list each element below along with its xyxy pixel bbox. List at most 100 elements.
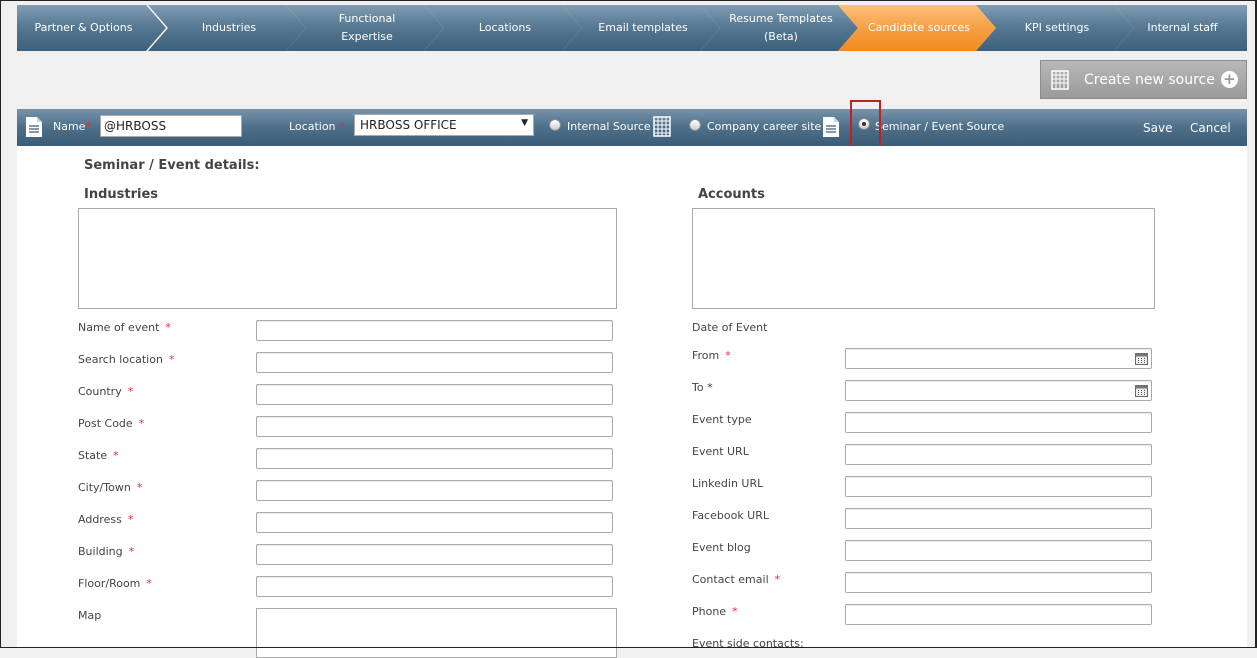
label-text: To (692, 381, 704, 394)
name-input[interactable] (100, 115, 242, 137)
label-text: Contact email (692, 573, 769, 586)
label-text: From (692, 349, 720, 362)
name-label-text: Name (53, 120, 86, 133)
tab-label-line1: Resume Templates (729, 12, 833, 25)
to-label: To * (692, 381, 713, 394)
event-blog-input[interactable] (845, 540, 1152, 561)
create-new-source-label: Create new source (1084, 71, 1215, 88)
tab-kpi-settings[interactable]: KPI settings (976, 5, 1134, 51)
internal-source-label: Internal Source (567, 120, 651, 133)
tab-label: Functional Expertise (339, 10, 396, 46)
label-text: Search location (78, 353, 163, 366)
city-town-input[interactable] (256, 480, 613, 501)
required-mark: * (138, 417, 145, 430)
accounts-title: Accounts (698, 187, 765, 202)
radio-seminar-event-source[interactable] (858, 118, 870, 130)
tab-label: Email templates (598, 21, 688, 34)
label-text: Floor/Room (78, 577, 141, 590)
country-input[interactable] (256, 384, 613, 405)
tab-candidate-sources[interactable]: Candidate sources (838, 5, 996, 51)
calendar-icon[interactable] (1135, 384, 1148, 397)
required-mark: * (136, 481, 143, 494)
create-new-source-button[interactable]: Create new source + (1040, 60, 1247, 99)
label-text: Building (78, 545, 123, 558)
floor-room-input[interactable] (256, 576, 613, 597)
country-label: Country * (78, 385, 133, 398)
building-input[interactable] (256, 544, 613, 565)
wizard-nav: Partner & Options Industries Functional … (17, 5, 1247, 51)
required-mark: * (707, 381, 713, 394)
from-date-input[interactable] (845, 348, 1152, 369)
tab-resume-templates[interactable]: Resume Templates (Beta) (700, 5, 858, 51)
details-title: Seminar / Event details: (84, 158, 260, 173)
tab-label: Resume Templates (Beta) (729, 10, 833, 46)
search-location-input[interactable] (256, 352, 613, 373)
tab-functional-expertise[interactable]: Functional Expertise (286, 5, 444, 51)
from-label: From * (692, 349, 731, 362)
to-date-input[interactable] (845, 380, 1152, 401)
building-label: Building * (78, 545, 134, 558)
tab-locations[interactable]: Locations (424, 5, 582, 51)
map-box[interactable] (256, 608, 617, 658)
city-town-label: City/Town * (78, 481, 142, 494)
seminar-event-source-label: Seminar / Event Source (875, 120, 1005, 133)
tab-industries[interactable]: Industries (148, 5, 306, 51)
tab-label: Candidate sources (868, 21, 970, 34)
radio-internal-source[interactable] (549, 119, 561, 131)
linkedin-url-label: Linkedin URL (692, 477, 764, 490)
contact-email-label: Contact email * (692, 573, 780, 586)
phone-input[interactable] (845, 604, 1152, 625)
phone-label: Phone * (692, 605, 738, 618)
document-icon (26, 117, 42, 137)
event-type-input[interactable] (845, 412, 1152, 433)
tab-label: Locations (478, 21, 532, 34)
name-label: Name* (53, 120, 91, 133)
calendar-icon[interactable] (1135, 352, 1148, 365)
required-mark: * (85, 120, 91, 133)
post-code-input[interactable] (256, 416, 613, 437)
state-input[interactable] (256, 448, 613, 469)
location-label-text: Location (289, 120, 336, 133)
save-button[interactable]: Save (1143, 121, 1172, 135)
label-text: Address (78, 513, 122, 526)
tab-label-line1: Functional (338, 12, 396, 25)
required-mark: * (127, 385, 134, 398)
radio-company-career-site[interactable] (689, 119, 701, 131)
linkedin-url-input[interactable] (845, 476, 1152, 497)
contact-email-input[interactable] (845, 572, 1152, 593)
industries-title: Industries (84, 187, 159, 202)
tab-label: Internal staff (1147, 21, 1218, 34)
event-details-form: Seminar / Event details: Industries Acco… (17, 146, 1247, 658)
name-of-event-input[interactable] (256, 320, 613, 341)
company-career-site-label: Company career site (707, 120, 822, 133)
tab-partner-options[interactable]: Partner & Options (17, 5, 166, 51)
source-form-bar: Name* Location * HRBOSS OFFICE ▼ Interna… (17, 100, 1247, 148)
required-mark: * (165, 321, 171, 334)
accounts-box[interactable] (692, 208, 1155, 309)
event-url-label: Event URL (692, 445, 749, 458)
location-select[interactable]: HRBOSS OFFICE ▼ (354, 114, 534, 136)
post-code-label: Post Code * (78, 417, 144, 430)
location-value: HRBOSS OFFICE (360, 118, 457, 132)
event-url-input[interactable] (845, 444, 1152, 465)
name-of-event-label: Name of event * (78, 321, 171, 334)
required-mark: * (339, 120, 345, 133)
tab-label: Partner & Options (34, 21, 133, 34)
required-mark: * (127, 513, 134, 526)
cancel-button[interactable]: Cancel (1190, 121, 1231, 135)
label-text: Country (78, 385, 122, 398)
address-label: Address * (78, 513, 133, 526)
map-label: Map (78, 609, 102, 622)
tab-label-line2: (Beta) (764, 30, 798, 43)
required-mark: * (732, 605, 738, 618)
tab-label: Industries (201, 21, 257, 34)
address-input[interactable] (256, 512, 613, 533)
dropdown-arrow-icon: ▼ (521, 118, 528, 128)
tab-email-templates[interactable]: Email templates (562, 5, 720, 51)
facebook-url-input[interactable] (845, 508, 1152, 529)
industries-box[interactable] (78, 208, 617, 309)
required-mark: * (146, 577, 152, 590)
event-side-contacts-label: Event side contacts: (692, 637, 804, 650)
event-blog-label: Event blog (692, 541, 751, 554)
search-location-label: Search location * (78, 353, 174, 366)
